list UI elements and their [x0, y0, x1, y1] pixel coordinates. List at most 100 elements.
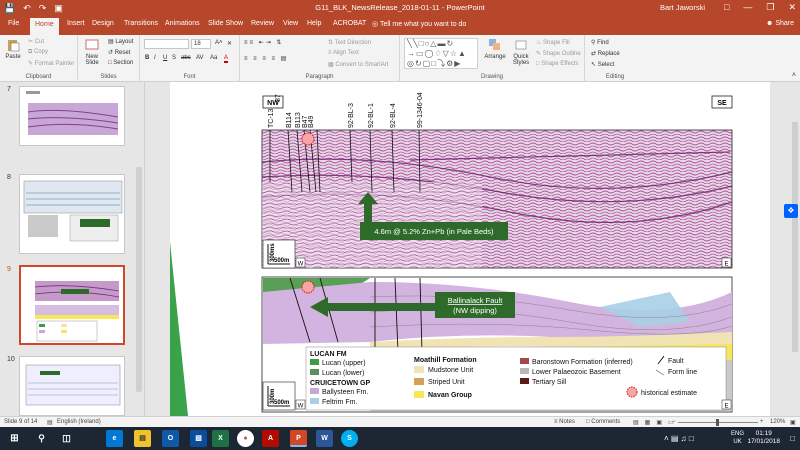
- select-button[interactable]: ↖ Select: [591, 61, 614, 68]
- notes-button[interactable]: ≡ Notes: [554, 419, 575, 425]
- shadow-button[interactable]: S: [172, 55, 176, 61]
- tab-animations[interactable]: Animations: [165, 20, 200, 27]
- tab-home[interactable]: Home: [30, 18, 59, 35]
- chrome-icon[interactable]: ●: [237, 430, 254, 447]
- copy-button[interactable]: ⧉ Copy: [28, 49, 48, 56]
- shape-effects-button[interactable]: □ Shape Effects: [536, 61, 579, 67]
- italic-button[interactable]: I: [154, 55, 156, 61]
- edge-icon[interactable]: e: [106, 430, 123, 447]
- spellcheck-icon[interactable]: ▤: [47, 419, 53, 426]
- tell-me-search[interactable]: ◎ Tell me what you want to do: [372, 20, 466, 28]
- font-color-button[interactable]: A: [224, 55, 229, 63]
- strikethrough-button[interactable]: abc: [181, 55, 191, 61]
- shapes-gallery[interactable]: ╲╲□○△▬↻ →▭◯♢▽☆▲ ◎↻▢□⤵⚙▶: [404, 38, 478, 69]
- slide-thumbnail-9[interactable]: [19, 265, 125, 345]
- text-direction-button[interactable]: ⇅ Text Direction: [328, 39, 371, 46]
- slide-thumbnail-8[interactable]: [19, 174, 125, 254]
- tab-acrobat[interactable]: ACROBAT: [333, 20, 366, 27]
- layout-button[interactable]: ▤ Layout: [108, 38, 133, 45]
- legend-swatch-lower-pal: [520, 368, 529, 374]
- clear-format-icon[interactable]: ✕: [227, 40, 232, 47]
- slide-thumbnail-10[interactable]: [19, 356, 125, 416]
- legend-feltrim: Feltrim Fm.: [322, 399, 357, 406]
- language-status[interactable]: English (Ireland): [57, 419, 101, 425]
- legend-swatch-mudstone: [414, 366, 424, 373]
- shape-outline-button[interactable]: ✎ Shape Outline: [536, 50, 581, 57]
- legend-navan: Navan Group: [428, 392, 472, 399]
- task-view-icon[interactable]: ◫: [58, 430, 75, 447]
- arrange-button[interactable]: Arrange: [483, 38, 507, 60]
- zoom-out-button[interactable]: −: [672, 419, 676, 425]
- scrollbar-thumb[interactable]: [792, 122, 798, 352]
- slide-thumbnail-7[interactable]: [19, 86, 125, 146]
- fit-slide-icon[interactable]: ▣: [790, 419, 796, 426]
- cut-button[interactable]: ✂ Cut: [28, 38, 44, 45]
- bullets-icon[interactable]: ≡≡ ⇤⇥ ⇅: [244, 39, 283, 46]
- tab-insert[interactable]: Insert: [67, 20, 85, 27]
- tab-review[interactable]: Review: [251, 20, 274, 27]
- collapse-ribbon-icon[interactable]: ˄: [792, 72, 796, 79]
- drawing-group: ╲╲□○△▬↻ →▭◯♢▽☆▲ ◎↻▢□⤵⚙▶ Arrange Quick Styl…: [400, 35, 585, 82]
- convert-smartart-button[interactable]: ▦ Convert to SmartArt: [328, 61, 388, 68]
- legend-swatch-baronstown: [520, 358, 529, 364]
- font-size-combo[interactable]: 18: [191, 39, 211, 49]
- font-name-combo[interactable]: [144, 39, 189, 49]
- thumbnail-scrollbar[interactable]: [136, 167, 142, 392]
- alignment-icons[interactable]: ≡ ≡ ≡ ≡ ▤: [244, 55, 288, 62]
- quick-styles-icon: [515, 40, 527, 50]
- clock[interactable]: 01:19 17/01/2018: [747, 430, 780, 446]
- tab-view[interactable]: View: [283, 20, 298, 27]
- slide-scrollbar[interactable]: [790, 82, 800, 416]
- share-button[interactable]: ☻ Share: [766, 20, 794, 27]
- zoom-in-button[interactable]: +: [760, 419, 764, 425]
- comments-button[interactable]: □ Comments: [586, 419, 620, 425]
- user-name[interactable]: Bart Jaworski: [660, 3, 705, 12]
- new-slide-button[interactable]: New Slide: [80, 38, 104, 66]
- replace-button[interactable]: ⇄ Replace: [591, 50, 620, 57]
- find-button[interactable]: ⚲ Find: [591, 39, 609, 46]
- change-case-button[interactable]: Aa: [210, 55, 217, 61]
- acrobat-icon[interactable]: A: [262, 430, 279, 447]
- shape-fill-button[interactable]: ♨ Shape Fill: [536, 39, 570, 46]
- tab-help[interactable]: Help: [307, 20, 321, 27]
- search-icon[interactable]: ⚲: [33, 430, 50, 447]
- restore-button[interactable]: ❐: [766, 2, 774, 13]
- reset-button[interactable]: ↺ Reset: [108, 49, 130, 56]
- callout-text: 4.6m @ 5.2% Zn+Pb (in Pale Beds): [374, 227, 494, 236]
- file-explorer-icon[interactable]: ▤: [134, 430, 151, 447]
- slide-accent: [170, 242, 188, 416]
- underline-button[interactable]: U: [163, 55, 167, 61]
- notifications-icon[interactable]: □: [790, 434, 795, 443]
- paste-button[interactable]: Paste: [3, 38, 23, 60]
- outlook-icon[interactable]: O: [162, 430, 179, 447]
- zoom-level[interactable]: 120%: [770, 419, 785, 425]
- dropbox-icon[interactable]: ❖: [784, 204, 798, 218]
- system-tray-icons[interactable]: ˄ ▤ ♫ □: [664, 434, 694, 443]
- quick-styles-button[interactable]: Quick Styles: [508, 38, 534, 66]
- window-controls: □ — ❐ ✕: [724, 2, 796, 13]
- close-button[interactable]: ✕: [788, 2, 796, 13]
- char-spacing-button[interactable]: AV: [196, 55, 204, 61]
- tab-design[interactable]: Design: [92, 20, 114, 27]
- excel-icon[interactable]: X: [212, 430, 229, 447]
- tab-slide-show[interactable]: Slide Show: [208, 20, 243, 27]
- tab-file[interactable]: File: [8, 20, 19, 27]
- powerpoint-icon[interactable]: P: [290, 430, 307, 447]
- bold-button[interactable]: B: [145, 55, 149, 61]
- tab-transitions[interactable]: Transitions: [124, 20, 158, 27]
- section-button[interactable]: □ Section: [108, 60, 133, 66]
- align-text-button[interactable]: ≡ Align Text: [328, 50, 359, 56]
- status-bar: Slide 9 of 14 ▤ English (Ireland) ≡ Note…: [0, 416, 800, 427]
- input-language[interactable]: ENG UK: [731, 430, 744, 446]
- skype-icon[interactable]: S: [341, 430, 358, 447]
- word-icon[interactable]: W: [316, 430, 333, 447]
- format-painter-button[interactable]: ✎ Format Painter: [28, 60, 74, 67]
- windows-start-icon[interactable]: ⊞: [6, 430, 23, 447]
- w-marker: W: [298, 262, 304, 268]
- ribbon-display-icon[interactable]: □: [724, 2, 729, 13]
- minimize-button[interactable]: —: [743, 2, 752, 13]
- store-icon[interactable]: ▧: [190, 430, 207, 447]
- paragraph-group: ≡≡ ⇤⇥ ⇅ ⇅ Text Direction ≡ ≡ ≡ ≡ ▤ ≡ Ali…: [240, 35, 400, 82]
- zoom-slider-thumb[interactable]: [716, 419, 719, 426]
- grow-font-icon[interactable]: A˄: [215, 40, 223, 46]
